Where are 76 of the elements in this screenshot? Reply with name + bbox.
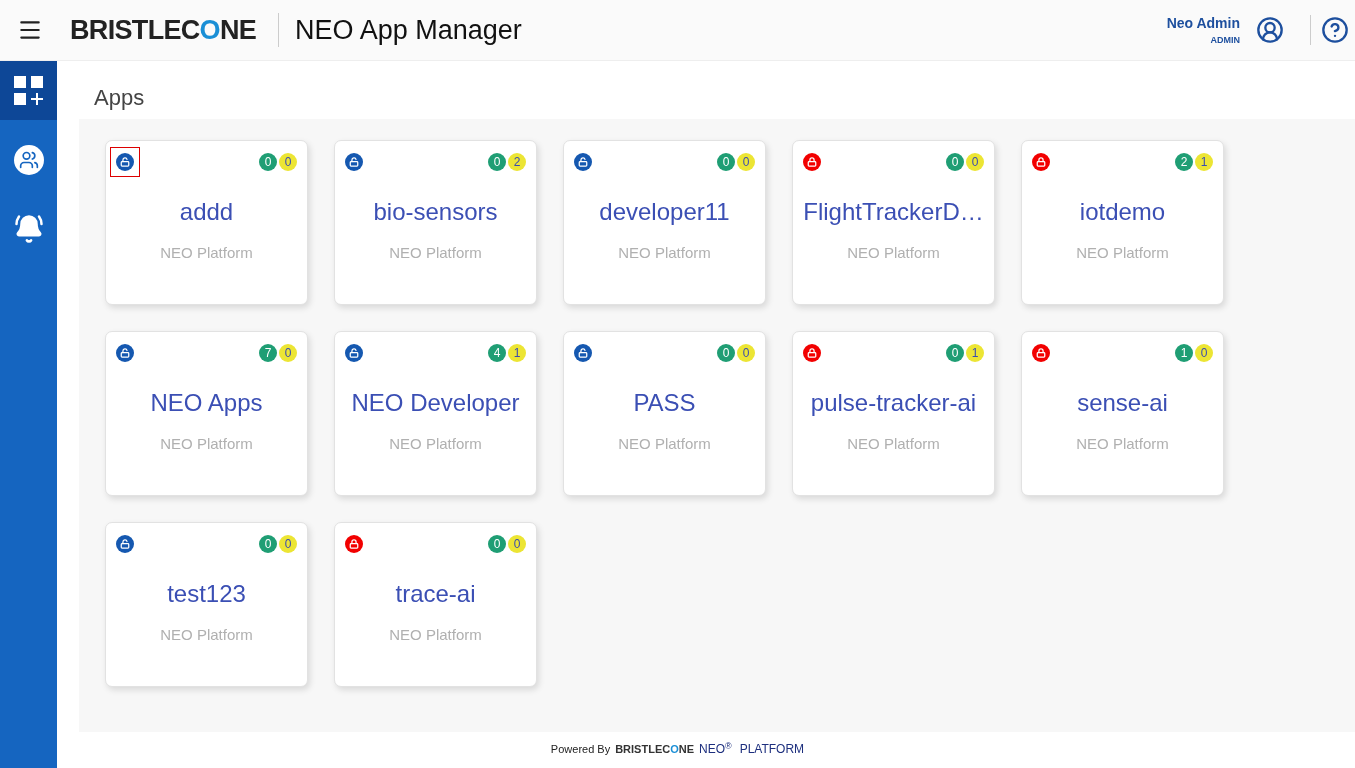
count-badge: 0 xyxy=(737,343,755,362)
count-badge: 0 xyxy=(488,534,506,553)
help-button[interactable] xyxy=(1321,16,1349,44)
count-badge: 7 xyxy=(259,343,277,362)
count-badge: 1 xyxy=(1195,152,1213,171)
count-badge: 2 xyxy=(1175,152,1193,171)
app-platform: NEO Platform xyxy=(388,243,483,263)
app-name: iotdemo xyxy=(1078,197,1167,227)
app-card[interactable]: 0 0 PASS NEO Platform xyxy=(563,331,766,496)
app-card[interactable]: 0 0 trace-ai NEO Platform xyxy=(334,522,537,687)
app-platform: NEO Platform xyxy=(617,243,712,263)
app-platform: NEO Platform xyxy=(1075,243,1170,263)
account-button[interactable] xyxy=(1256,16,1284,44)
app-name: developer11 xyxy=(598,197,731,227)
count-badge: 0 xyxy=(737,152,755,171)
app-card[interactable]: 0 1 pulse-tracker-ai NEO Platform xyxy=(792,331,995,496)
platform-text: PLATFORM xyxy=(739,741,805,758)
app-card[interactable]: 0 2 bio-sensors NEO Platform xyxy=(334,140,537,305)
neo-text: NEO$^{®}$ xyxy=(699,740,732,758)
apps-grid-icon xyxy=(13,75,44,106)
app-platform: NEO Platform xyxy=(159,434,254,454)
count-badge: 1 xyxy=(1175,343,1193,362)
count-badge: 0 xyxy=(717,152,735,171)
count-badge: 0 xyxy=(946,343,964,362)
app-name: test123 xyxy=(166,579,247,609)
app-card[interactable]: 0 0 FlightTrackerD… NEO Platform xyxy=(792,140,995,305)
app-card[interactable]: 0 0 test123 NEO Platform xyxy=(105,522,308,687)
count-badge: 0 xyxy=(279,343,297,362)
app-platform: NEO Platform xyxy=(846,243,941,263)
app-name: NEO Apps xyxy=(149,388,264,418)
count-badge: 1 xyxy=(508,343,526,362)
count-badge: 0 xyxy=(279,534,297,553)
app-name: PASS xyxy=(632,388,697,418)
sidebar-item[interactable] xyxy=(0,61,57,120)
count-badge: 0 xyxy=(966,152,984,171)
app-card[interactable]: 1 0 sense-ai NEO Platform xyxy=(1021,331,1224,496)
page-title: Apps xyxy=(94,84,146,112)
count-badge: 0 xyxy=(946,152,964,171)
app-card[interactable]: 4 1 NEO Developer NEO Platform xyxy=(334,331,537,496)
count-badge: 0 xyxy=(259,534,277,553)
app-platform: NEO Platform xyxy=(159,243,254,263)
app-name: sense-ai xyxy=(1076,388,1169,418)
app-platform: NEO Platform xyxy=(846,434,941,454)
count-badge: 0 xyxy=(1195,343,1213,362)
count-badge: 0 xyxy=(488,152,506,171)
user-role: ADMIN xyxy=(1210,33,1240,47)
app-name: trace-ai xyxy=(394,579,477,609)
app-platform: NEO Platform xyxy=(1075,434,1170,454)
users-icon xyxy=(13,144,44,175)
count-badge: 0 xyxy=(279,152,297,171)
count-badge: 1 xyxy=(966,343,984,362)
footer-logo: BRISTLECONE xyxy=(615,741,694,757)
app-card[interactable]: 0 0 addd NEO Platform xyxy=(105,140,308,305)
lock-toggle[interactable] xyxy=(110,146,140,177)
app-platform: NEO Platform xyxy=(388,625,483,645)
count-badge: 0 xyxy=(508,534,526,553)
app-platform: NEO Platform xyxy=(617,434,712,454)
app-platform: NEO Platform xyxy=(159,625,254,645)
bell-icon xyxy=(13,213,44,244)
app-title: NEO App Manager xyxy=(295,13,522,47)
app-name: NEO Developer xyxy=(350,388,521,418)
app-name: pulse-tracker-ai xyxy=(809,388,978,418)
app-card[interactable]: 2 1 iotdemo NEO Platform xyxy=(1021,140,1224,305)
app-card[interactable]: 0 0 developer11 NEO Platform xyxy=(563,140,766,305)
app-name: FlightTrackerD… xyxy=(802,197,985,227)
app-name: bio-sensors xyxy=(372,197,499,227)
brand-logo: BRISTLECONE xyxy=(70,13,257,47)
powered-by-text: Powered By xyxy=(550,741,611,757)
user-name: Neo Admin xyxy=(1166,13,1240,33)
count-badge: 0 xyxy=(717,343,735,362)
app-platform: NEO Platform xyxy=(388,434,483,454)
count-badge: 2 xyxy=(508,152,526,171)
app-name: addd xyxy=(178,197,235,227)
count-badge: 0 xyxy=(259,152,277,171)
app-card[interactable]: 7 0 NEO Apps NEO Platform xyxy=(105,331,308,496)
count-badge: 4 xyxy=(488,343,506,362)
